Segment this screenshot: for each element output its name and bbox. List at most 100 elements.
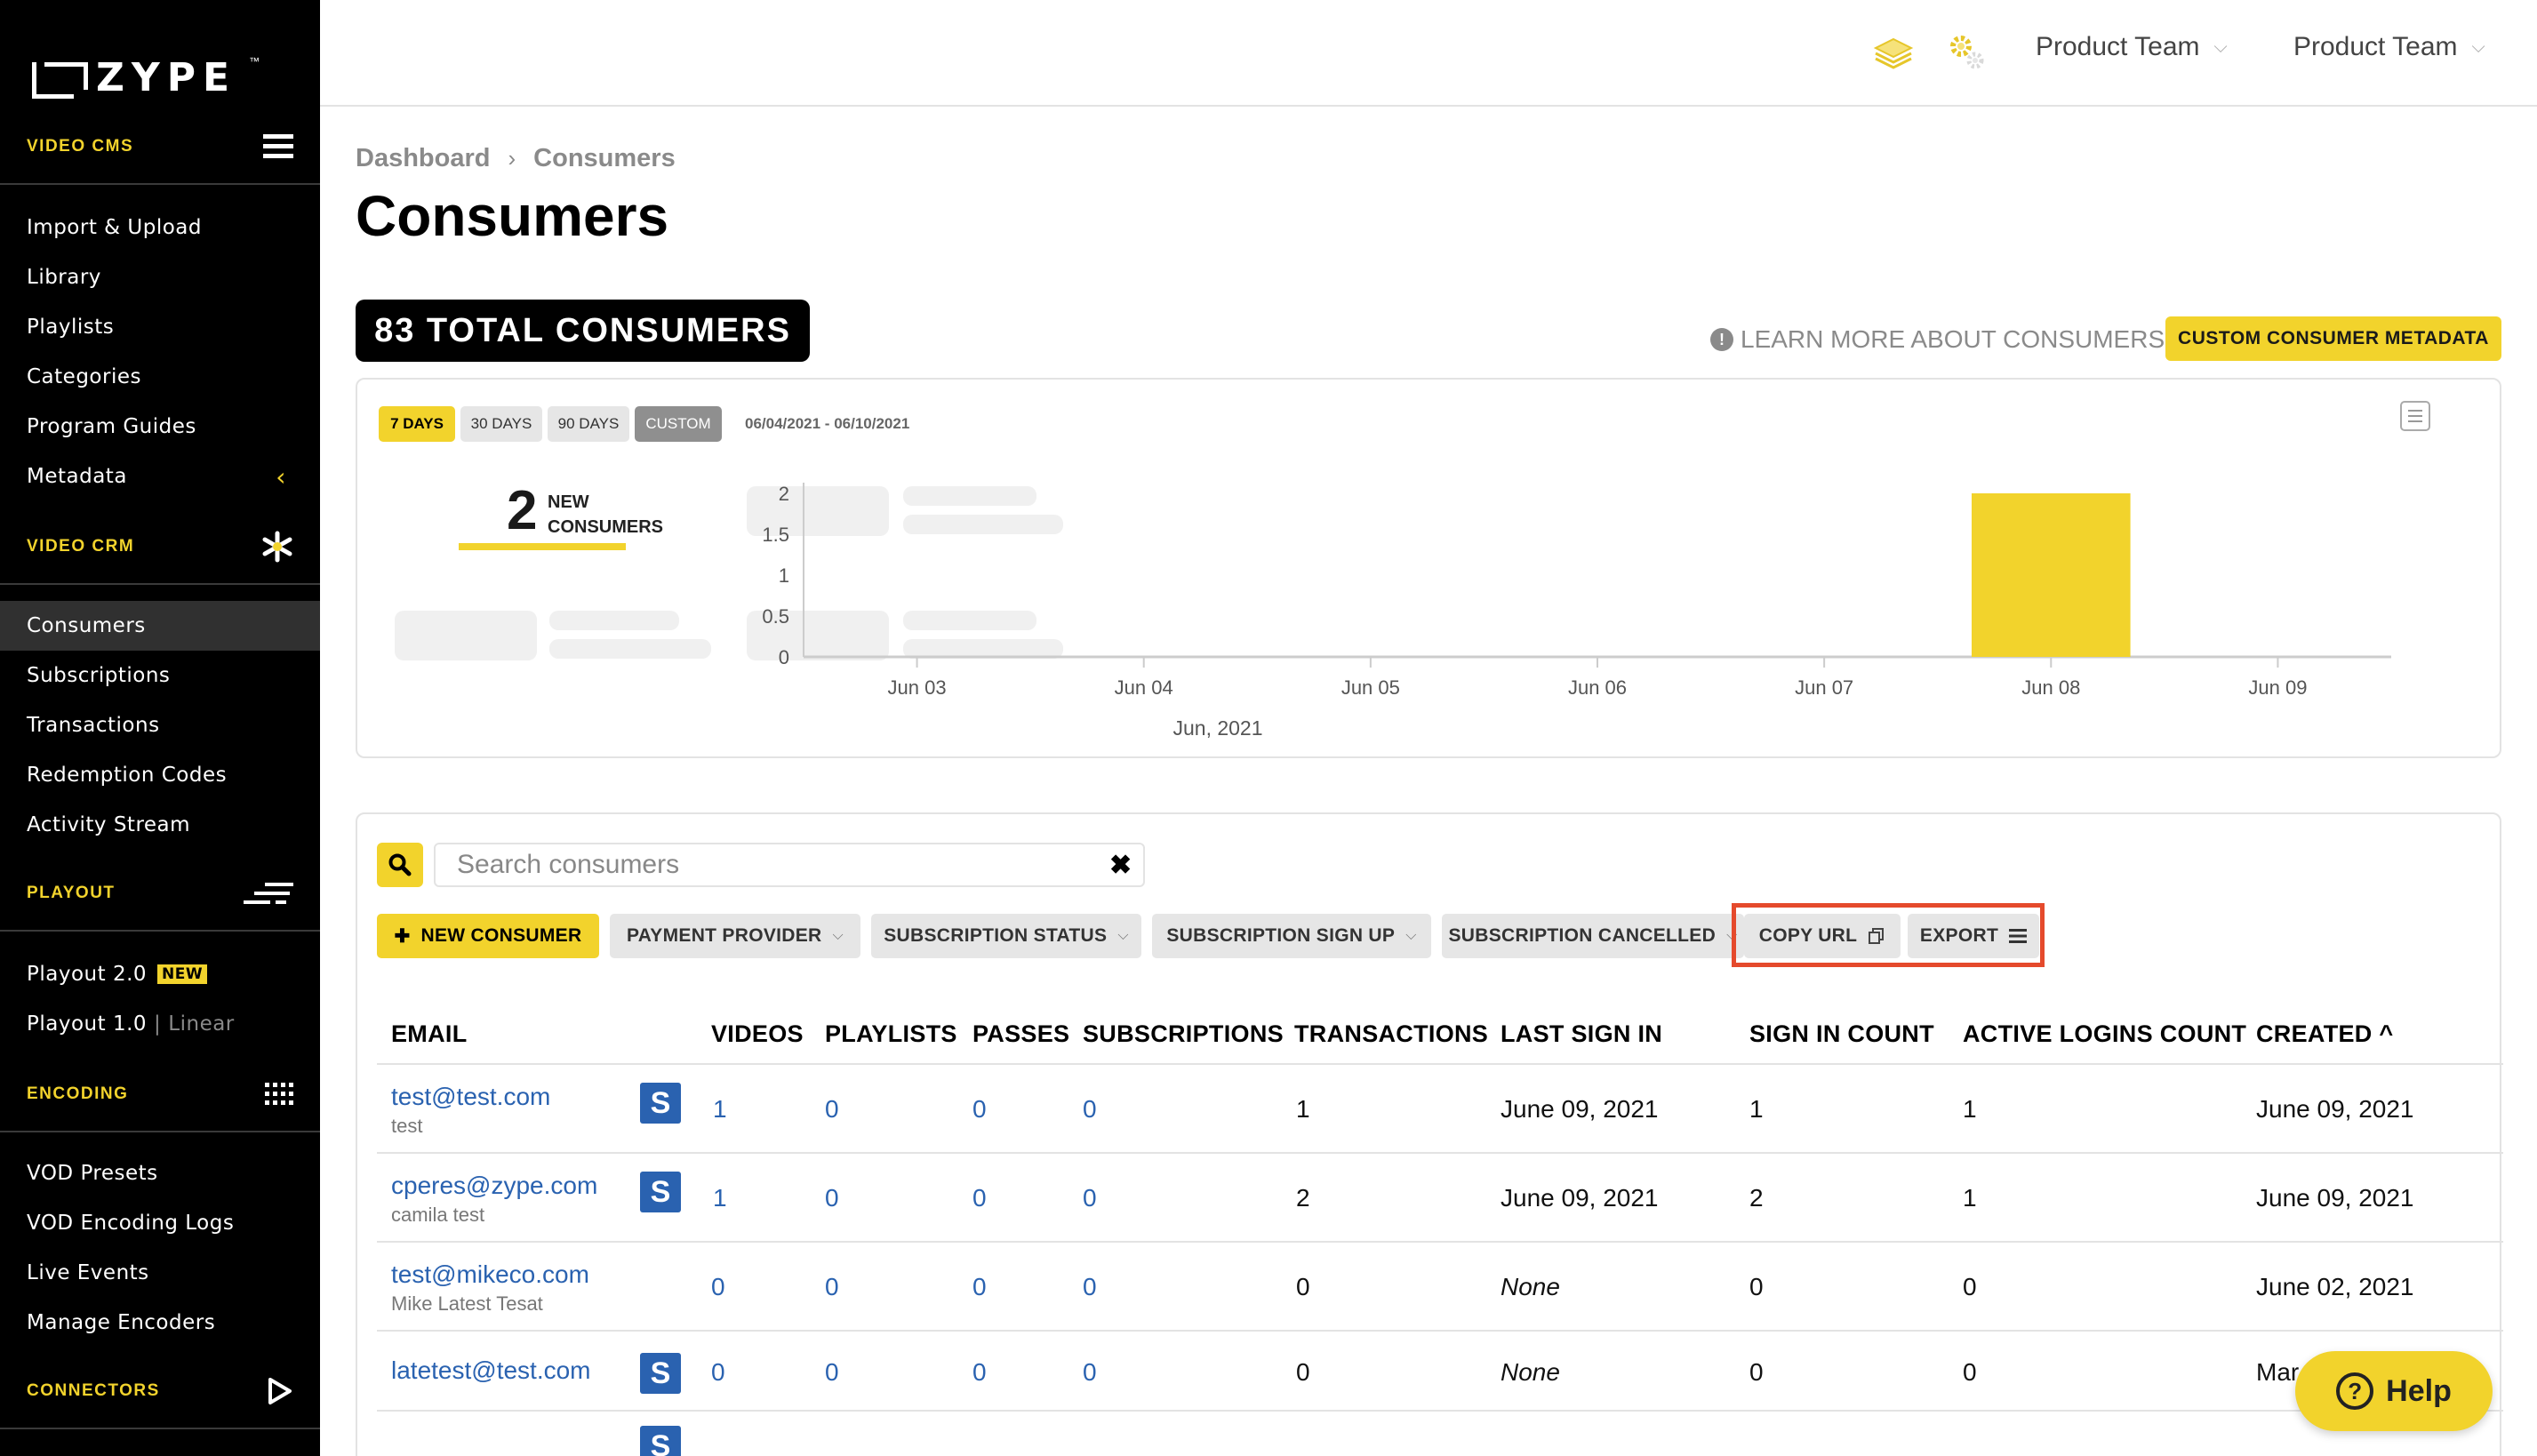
playlists-count[interactable]: 0: [825, 1273, 839, 1301]
sign-in-count: 0: [1749, 1273, 1764, 1300]
separator: |: [154, 1012, 162, 1036]
breadcrumb-separator: ›: [508, 145, 516, 172]
x-tick-label: Jun 08: [2021, 676, 2080, 699]
sidebar-item-manage-encoders[interactable]: Manage Encoders: [0, 1298, 320, 1348]
sidebar-item-consumers[interactable]: Consumers: [0, 601, 320, 651]
gears-icon[interactable]: [1945, 30, 1989, 75]
sidebar-item-live-events[interactable]: Live Events: [0, 1248, 320, 1298]
videos-count[interactable]: 1: [713, 1184, 727, 1212]
sidebar-item-label: Library: [27, 266, 101, 289]
x-tick-label: Jun 06: [1568, 676, 1627, 699]
subscriptions-count[interactable]: 0: [1083, 1095, 1097, 1124]
sidebar-item-playout-1[interactable]: Playout 1.0 | Linear: [0, 999, 320, 1049]
breadcrumb: Dashboard › Consumers: [356, 144, 676, 173]
search-input[interactable]: [434, 843, 1145, 887]
breadcrumb-dashboard[interactable]: Dashboard: [356, 144, 490, 173]
sidebar-item-vod-encoding-logs[interactable]: VOD Encoding Logs: [0, 1198, 320, 1248]
stripe-badge-icon: S: [640, 1172, 681, 1212]
hamburger-icon[interactable]: [263, 134, 293, 159]
new-consumer-button[interactable]: ✚ NEW CONSUMER: [377, 914, 599, 958]
sidebar-item-label: Manage Encoders: [27, 1311, 216, 1334]
passes-count[interactable]: 0: [972, 1095, 987, 1124]
grid-dots-icon: [265, 1083, 293, 1105]
sidebar-item-vod-presets[interactable]: VOD Presets: [0, 1148, 320, 1198]
zype-logo[interactable]: ZYPE ™: [32, 55, 260, 100]
filter-label: PAYMENT PROVIDER: [627, 925, 822, 946]
column-header-transactions[interactable]: TRANSACTIONS: [1294, 1020, 1488, 1048]
sidebar: ZYPE ™ VIDEO CMS Import & Upload Library…: [0, 0, 320, 1456]
column-header-passes[interactable]: PASSES: [972, 1020, 1069, 1048]
subscription-sign-up-filter[interactable]: SUBSCRIPTION SIGN UP ⌵: [1152, 914, 1431, 958]
column-header-active-logins-count[interactable]: ACTIVE LOGINS COUNT: [1963, 1020, 2246, 1048]
videos-count[interactable]: 0: [711, 1358, 725, 1387]
learn-more-link[interactable]: ! LEARN MORE ABOUT CONSUMERS: [1710, 325, 2165, 354]
sidebar-item-label: Live Events: [27, 1261, 149, 1284]
clear-search-icon[interactable]: ✖: [1109, 850, 1132, 881]
sidebar-item-playout-2[interactable]: Playout 2.0 NEW: [0, 949, 320, 999]
column-header-videos[interactable]: VIDEOS: [711, 1020, 804, 1048]
sidebar-item-categories[interactable]: Categories: [0, 352, 320, 402]
row-divider: [377, 1241, 2503, 1243]
zype-logo-mark-icon: [32, 61, 88, 99]
section-encoding: ENCODING: [0, 1058, 320, 1132]
y-tick-label: 2: [779, 483, 789, 505]
payment-provider-filter[interactable]: PAYMENT PROVIDER ⌵: [610, 914, 860, 958]
custom-consumer-metadata-button[interactable]: CUSTOM CONSUMER METADATA: [2165, 316, 2501, 361]
subscription-cancelled-filter[interactable]: SUBSCRIPTION CANCELLED ⌵: [1442, 914, 1744, 958]
chevron-left-icon[interactable]: ‹: [276, 462, 286, 492]
sidebar-item-label: Playlists: [27, 316, 115, 339]
team-dropdown-2[interactable]: Product Team ⌵: [2293, 32, 2485, 62]
column-header-sign-in-count[interactable]: SIGN IN COUNT: [1749, 1020, 1934, 1048]
subscriptions-count[interactable]: 0: [1083, 1184, 1097, 1212]
videos-count[interactable]: 1: [713, 1095, 727, 1124]
sidebar-item-label: VOD Presets: [27, 1162, 158, 1185]
sidebar-item-redemption-codes[interactable]: Redemption Codes: [0, 750, 320, 800]
email-link[interactable]: latetest@test.com: [391, 1356, 591, 1385]
passes-count[interactable]: 0: [972, 1358, 987, 1387]
sidebar-item-library[interactable]: Library: [0, 252, 320, 302]
subscriptions-count[interactable]: 0: [1083, 1358, 1097, 1387]
email-link[interactable]: test@test.com: [391, 1083, 550, 1111]
column-header-playlists[interactable]: PLAYLISTS: [825, 1020, 957, 1048]
active-logins-count: 0: [1963, 1273, 1977, 1300]
sidebar-item-transactions[interactable]: Transactions: [0, 700, 320, 750]
play-outline-icon: [268, 1378, 292, 1404]
column-header-subscriptions[interactable]: SUBSCRIPTIONS: [1083, 1020, 1284, 1048]
stripe-badge-icon: S: [640, 1083, 681, 1124]
sidebar-item-activity-stream[interactable]: Activity Stream: [0, 800, 320, 850]
sidebar-item-playlists[interactable]: Playlists: [0, 302, 320, 352]
playlists-count[interactable]: 0: [825, 1095, 839, 1124]
email-link[interactable]: test@mikeco.com: [391, 1260, 589, 1289]
column-header-last-sign-in[interactable]: LAST SIGN IN: [1501, 1020, 1662, 1048]
sidebar-item-label: Activity Stream: [27, 813, 191, 836]
playlists-count[interactable]: 0: [825, 1358, 839, 1387]
passes-count[interactable]: 0: [972, 1273, 987, 1301]
sidebar-item-import-upload[interactable]: Import & Upload: [0, 203, 320, 252]
sidebar-item-program-guides[interactable]: Program Guides: [0, 402, 320, 452]
column-header-email[interactable]: EMAIL: [391, 1020, 468, 1048]
help-button[interactable]: ? Help: [2295, 1351, 2493, 1431]
playlists-count[interactable]: 0: [825, 1184, 839, 1212]
plus-icon: ✚: [394, 925, 411, 947]
column-header-created[interactable]: CREATED ^: [2256, 1020, 2394, 1048]
passes-count[interactable]: 0: [972, 1184, 987, 1212]
search-button[interactable]: [377, 843, 423, 887]
sidebar-item-label: Subscriptions: [27, 664, 171, 687]
layers-icon[interactable]: [1871, 30, 1916, 75]
subscription-status-filter[interactable]: SUBSCRIPTION STATUS ⌵: [871, 914, 1141, 958]
created-date: June 09, 2021: [2256, 1095, 2414, 1123]
sidebar-item-metadata[interactable]: Metadata ‹: [0, 452, 320, 501]
videos-count[interactable]: 0: [711, 1273, 725, 1301]
team-dropdown-1[interactable]: Product Team ⌵: [2036, 32, 2228, 62]
asterisk-icon: [262, 531, 292, 563]
highlight-annotation-box: [1732, 903, 2045, 967]
section-video-cms: VIDEO CMS: [0, 110, 320, 185]
sidebar-item-subscriptions[interactable]: Subscriptions: [0, 651, 320, 700]
help-label: Help: [2386, 1373, 2452, 1408]
email-link[interactable]: cperes@zype.com: [391, 1172, 597, 1200]
section-playout: PLAYOUT: [0, 857, 320, 932]
subscriptions-count[interactable]: 0: [1083, 1273, 1097, 1301]
sidebar-item-label: Playout 1.0: [27, 1012, 148, 1036]
x-tick-label: Jun 09: [2248, 676, 2307, 699]
chevron-down-icon: ⌵: [2213, 36, 2228, 57]
